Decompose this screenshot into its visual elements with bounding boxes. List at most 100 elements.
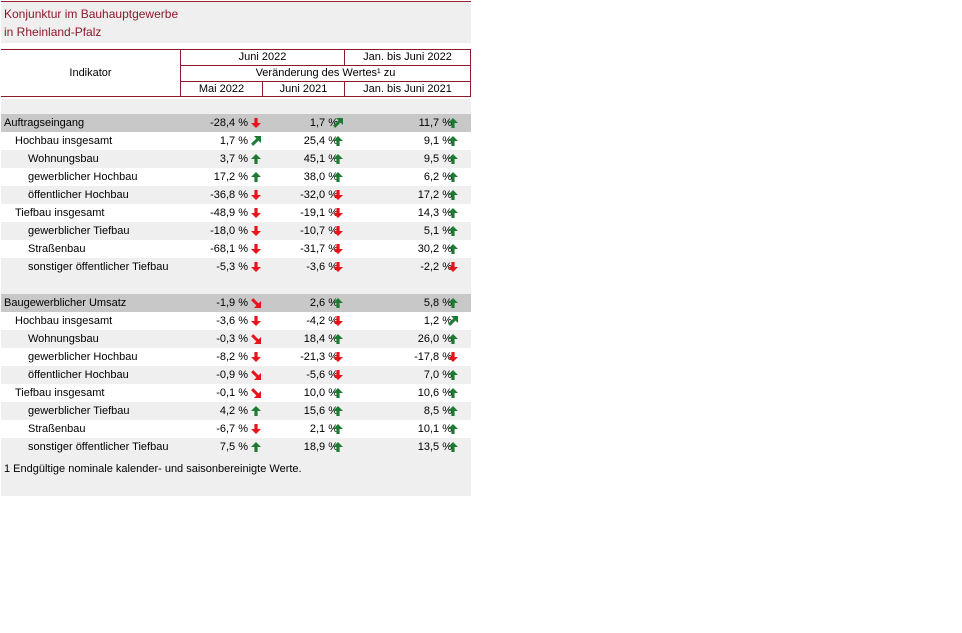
- row-value-col1: 17,2 %: [213, 171, 248, 183]
- arrow-up-icon: [448, 154, 458, 164]
- arrow-down-icon: [251, 424, 261, 434]
- arrow-down-icon: [333, 208, 343, 218]
- arrow-up-icon: [448, 136, 458, 146]
- arrow-down-right-icon: [251, 298, 261, 308]
- table-row: gewerblicher Tiefbau 4,2 % 15,6 % 8,5 %: [1, 402, 471, 420]
- row-value-col1: -8,2 %: [216, 351, 248, 363]
- change-label-header: Veränderung des Wertes¹ zu: [180, 65, 471, 82]
- row-value-col1: -1,9 %: [216, 297, 248, 309]
- arrow-up-icon: [448, 370, 458, 380]
- arrow-down-icon: [251, 316, 261, 326]
- table-body: Auftragseingang -28,4 % 1,7 % 11,7 % Hochbau…: [1, 114, 471, 456]
- row-label: öffentlicher Hochbau: [28, 189, 129, 201]
- row-value-col3: 30,2 %: [417, 243, 452, 255]
- row-value-col1: 3,7 %: [219, 153, 248, 165]
- table-row: Wohnungsbau -0,3 % 18,4 % 26,0 %: [1, 330, 471, 348]
- table-header: Indikator Juni 2022 Jan. bis Juni 2022 V…: [1, 43, 471, 99]
- row-label: Tiefbau insgesamt: [15, 207, 105, 219]
- row-label: gewerblicher Tiefbau: [28, 225, 130, 237]
- row-value-col1: -28,4 %: [210, 117, 248, 129]
- row-value-col3: 10,1 %: [417, 423, 452, 435]
- arrow-up-icon: [333, 154, 343, 164]
- arrow-down-icon: [333, 262, 343, 272]
- arrow-down-right-icon: [251, 334, 261, 344]
- arrow-up-icon: [333, 388, 343, 398]
- row-value-col1: -5,3 %: [216, 261, 248, 273]
- arrow-up-icon: [448, 208, 458, 218]
- row-value-col3: -17,8 %: [414, 351, 452, 363]
- row-label: sonstiger öffentlicher Tiefbau: [28, 441, 169, 453]
- row-label: Straßenbau: [28, 243, 86, 255]
- arrow-down-icon: [251, 190, 261, 200]
- table-row: sonstiger öffentlicher Tiefbau 7,5 % 18,9 …: [1, 438, 471, 456]
- arrow-up-icon: [448, 190, 458, 200]
- table-row: Wohnungsbau 3,7 % 45,1 % 9,5 %: [1, 150, 471, 168]
- arrow-up-icon: [448, 298, 458, 308]
- title-box: Konjunktur im Bauhauptgewerbe in Rheinla…: [1, 1, 471, 43]
- table-row: gewerblicher Hochbau 17,2 % 38,0 % 6,2 %: [1, 168, 471, 186]
- period-cumulative-header: Jan. bis Juni 2022: [344, 49, 471, 66]
- arrow-down-right-icon: [251, 388, 261, 398]
- row-value-col1: -3,6 %: [216, 315, 248, 327]
- row-value-col1: -0,3 %: [216, 333, 248, 345]
- row-value-col1: -6,7 %: [216, 423, 248, 435]
- row-label: Auftragseingang: [4, 117, 85, 129]
- row-value-col3: 13,5 %: [417, 441, 452, 453]
- arrow-down-icon: [333, 316, 343, 326]
- arrow-down-icon: [448, 352, 458, 362]
- arrow-down-icon: [251, 244, 261, 254]
- row-value-col1: 1,7 %: [219, 135, 248, 147]
- arrow-up-icon: [448, 226, 458, 236]
- row-label: sonstiger öffentlicher Tiefbau: [28, 261, 169, 273]
- arrow-down-right-icon: [251, 370, 261, 380]
- row-value-col3: 17,2 %: [417, 189, 452, 201]
- title-line-1: Konjunktur im Bauhauptgewerbe: [4, 7, 179, 21]
- table-row: Tiefbau insgesamt -0,1 % 10,0 % 10,6 %: [1, 384, 471, 402]
- arrow-up-icon: [333, 406, 343, 416]
- arrow-up-icon: [333, 424, 343, 434]
- table-row: Tiefbau insgesamt -48,9 % -19,1 % 14,3 %: [1, 204, 471, 222]
- arrow-up-icon: [333, 442, 343, 452]
- row-label: gewerblicher Tiefbau: [28, 405, 130, 417]
- conjuncture-table: Konjunktur im Bauhauptgewerbe in Rheinla…: [1, 1, 471, 496]
- row-label: öffentlicher Hochbau: [28, 369, 129, 381]
- arrow-up-icon: [333, 334, 343, 344]
- row-label: Tiefbau insgesamt: [15, 387, 105, 399]
- arrow-down-icon: [251, 352, 261, 362]
- period-month-header: Juni 2022: [180, 49, 345, 66]
- table-row: gewerblicher Hochbau -8,2 % -21,3 % -17,8 %: [1, 348, 471, 366]
- arrow-up-icon: [333, 298, 343, 308]
- row-value-col1: 7,5 %: [219, 441, 248, 453]
- row-value-col1: 4,2 %: [219, 405, 248, 417]
- indicator-header: Indikator: [1, 49, 181, 97]
- row-label: Hochbau insgesamt: [15, 315, 113, 327]
- row-value-col1: -48,9 %: [210, 207, 248, 219]
- header-spacer: [1, 99, 471, 114]
- arrow-up-icon: [333, 136, 343, 146]
- table-row: Straßenbau -68,1 % -31,7 % 30,2 %: [1, 240, 471, 258]
- row-label: Hochbau insgesamt: [15, 135, 113, 147]
- arrow-up-right-icon: [251, 136, 261, 146]
- arrow-up-icon: [251, 406, 261, 416]
- row-label: Baugewerblicher Umsatz: [4, 297, 127, 309]
- row-value-col3: 11,7 %: [418, 117, 452, 129]
- row-label: gewerblicher Hochbau: [28, 171, 138, 183]
- arrow-up-icon: [251, 442, 261, 452]
- table-row: öffentlicher Hochbau -0,9 % -5,6 % 7,0 %: [1, 366, 471, 384]
- arrow-down-icon: [333, 244, 343, 254]
- row-label: Wohnungsbau: [28, 333, 99, 345]
- arrow-down-icon: [448, 262, 458, 272]
- arrow-down-icon: [251, 118, 261, 128]
- arrow-down-icon: [333, 226, 343, 236]
- title-line-2: in Rheinland-Pfalz: [4, 25, 102, 39]
- row-label: gewerblicher Hochbau: [28, 351, 138, 363]
- col-header-juni-2021: Juni 2021: [262, 81, 345, 97]
- arrow-up-icon: [448, 334, 458, 344]
- table-row: Hochbau insgesamt 1,7 % 25,4 % 9,1 %: [1, 132, 471, 150]
- row-value-col3: 14,3 %: [417, 207, 452, 219]
- row-value-col1: -18,0 %: [210, 225, 248, 237]
- arrow-up-right-icon: [448, 316, 458, 326]
- footnote: 1 Endgültige nominale kalender- und sais…: [1, 456, 471, 496]
- group-row: Baugewerblicher Umsatz -1,9 % 2,6 % 5,8 %: [1, 294, 471, 312]
- row-label: Straßenbau: [28, 423, 86, 435]
